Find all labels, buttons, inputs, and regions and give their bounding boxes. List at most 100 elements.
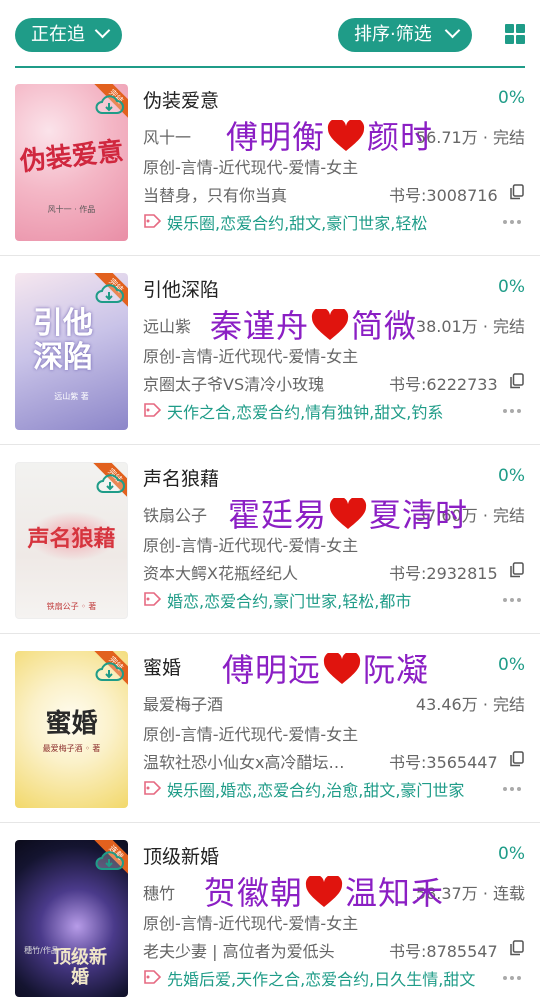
cover-title: 伪装爱意 xyxy=(18,136,126,178)
book-stats: 43.46万 · 完结 xyxy=(415,695,525,714)
annotation-female-lead: 夏清时 xyxy=(369,496,469,534)
reading-progress: 0% xyxy=(498,88,525,108)
book-tags-text: 娱乐圈,婚恋,恋爱合约,治愈,甜文,豪门世家 xyxy=(167,781,465,800)
cover-title: 声名狼藉 xyxy=(27,526,116,552)
sort-filter-label: 排序·筛选 xyxy=(354,24,432,45)
sort-filter-dropdown[interactable]: 排序·筛选 xyxy=(338,18,472,52)
book-title: 顶级新婚 xyxy=(143,846,220,868)
book-number: 书号:3565447 xyxy=(389,753,498,772)
book-list-item[interactable]: 顶级新婚 穗竹/作品 连载 顶级新婚 0% 穗竹 58.37万 · 连载 原创-… xyxy=(0,824,540,1004)
copy-icon[interactable] xyxy=(510,751,524,767)
book-author: 穗竹 xyxy=(143,884,176,903)
grid-view-icon[interactable] xyxy=(505,24,525,44)
reading-progress: 0% xyxy=(498,844,525,864)
character-pair-annotation: 傅明衡 颜时 xyxy=(226,112,433,158)
heart-icon xyxy=(327,120,365,151)
chevron-down-icon xyxy=(94,22,111,39)
book-description: 温软社恐小仙女x高冷醋坛… xyxy=(143,753,345,772)
copy-icon[interactable] xyxy=(510,184,524,200)
reading-progress: 0% xyxy=(498,466,525,486)
book-cover[interactable]: 顶级新婚 穗竹/作品 连载 xyxy=(15,840,128,997)
cloud-download-icon[interactable] xyxy=(94,283,124,305)
character-pair-annotation: 贺徽朝 温知禾 xyxy=(204,868,444,914)
annotation-female-lead: 简微 xyxy=(351,307,418,345)
more-icon[interactable] xyxy=(503,220,521,226)
book-number: 书号:6222733 xyxy=(389,375,498,394)
book-description: 京圈太子爷VS清冷小玫瑰 xyxy=(143,375,325,394)
book-title: 引他深陷 xyxy=(143,279,220,301)
cover-author: 铁扇公子 ◦ 著 xyxy=(46,602,97,611)
book-genre: 原创-言情-近代现代-爱情-女主 xyxy=(143,725,359,744)
reading-progress: 0% xyxy=(498,277,525,297)
annotation-male-lead: 霍廷易 xyxy=(228,496,328,534)
book-description: 当替身，只有你当真 xyxy=(143,186,288,205)
cover-author: 风十一 · 作品 xyxy=(47,205,96,214)
book-tags[interactable]: 娱乐圈,婚恋,恋爱合约,治愈,甜文,豪门世家 xyxy=(143,777,503,801)
annotation-male-lead: 贺徽朝 xyxy=(204,874,304,912)
book-title: 声名狼藉 xyxy=(143,468,220,490)
annotation-male-lead: 秦谨舟 xyxy=(210,307,310,345)
heart-icon xyxy=(305,876,343,907)
character-pair-annotation: 傅明远 阮凝 xyxy=(222,645,429,691)
more-icon[interactable] xyxy=(503,409,521,415)
book-author: 最爱梅子酒 xyxy=(143,695,224,714)
annotation-female-lead: 温知禾 xyxy=(345,874,445,912)
book-tags-text: 婚恋,恋爱合约,豪门世家,轻松,都市 xyxy=(167,592,412,611)
book-tags[interactable]: 天作之合,恋爱合约,情有独钟,甜文,钓系 xyxy=(143,399,503,423)
cover-title: 引他深陷 xyxy=(33,306,93,375)
character-pair-annotation: 霍廷易 夏清时 xyxy=(228,490,468,536)
book-title: 蜜婚 xyxy=(143,657,182,679)
book-number: 书号:8785547 xyxy=(389,942,498,961)
annotation-male-lead: 傅明衡 xyxy=(226,118,326,156)
top-bar: 正在追 排序·筛选 xyxy=(0,0,540,68)
cloud-download-icon[interactable] xyxy=(94,661,124,683)
cloud-download-icon[interactable] xyxy=(94,850,124,872)
book-stats: 38.01万 · 完结 xyxy=(415,317,525,336)
more-icon[interactable] xyxy=(503,787,521,793)
heart-icon xyxy=(323,653,361,684)
more-icon[interactable] xyxy=(503,598,521,604)
annotation-female-lead: 颜时 xyxy=(367,118,434,156)
copy-icon[interactable] xyxy=(510,373,524,389)
book-cover[interactable]: 伪装爱意 风十一 · 作品 完结 xyxy=(15,84,128,241)
cover-author: 远山紫 著 xyxy=(54,392,89,401)
cover-author: 穗竹/作品 xyxy=(24,946,59,955)
book-number: 书号:2932815 xyxy=(389,564,498,583)
cloud-download-icon[interactable] xyxy=(94,94,124,116)
book-description: 老夫少妻 | 高位者为爱低头 xyxy=(143,942,335,961)
book-tags-text: 先婚后爱,天作之合,恋爱合约,日久生情,甜文 xyxy=(167,970,476,989)
heart-icon xyxy=(311,309,349,340)
book-tags[interactable]: 婚恋,恋爱合约,豪门世家,轻松,都市 xyxy=(143,588,503,612)
book-author: 风十一 xyxy=(143,128,192,147)
book-list-item[interactable]: 声名狼藉 铁扇公子 ◦ 著 完结 声名狼藉 0% 铁扇公子 37.60万 · 完… xyxy=(0,446,540,634)
book-list-item[interactable]: 引他深陷 远山紫 著 完结 引他深陷 0% 远山紫 38.01万 · 完结 原创… xyxy=(0,257,540,445)
chevron-down-icon xyxy=(444,22,461,39)
book-title: 伪装爱意 xyxy=(143,90,220,112)
book-list-item[interactable]: 蜜婚 最爱梅子酒 ◦ 著 完结 蜜婚 0% 最爱梅子酒 43.46万 · 完结 … xyxy=(0,635,540,823)
book-tags[interactable]: 娱乐圈,恋爱合约,甜文,豪门世家,轻松 xyxy=(143,210,503,234)
book-cover[interactable]: 引他深陷 远山紫 著 完结 xyxy=(15,273,128,430)
book-author: 铁扇公子 xyxy=(143,506,208,525)
copy-icon[interactable] xyxy=(510,940,524,956)
more-icon[interactable] xyxy=(503,976,521,982)
copy-icon[interactable] xyxy=(510,562,524,578)
annotation-female-lead: 阮凝 xyxy=(363,651,430,689)
book-tags-text: 娱乐圈,恋爱合约,甜文,豪门世家,轻松 xyxy=(167,214,428,233)
book-tags-text: 天作之合,恋爱合约,情有独钟,甜文,钓系 xyxy=(167,403,444,422)
book-list-item[interactable]: 伪装爱意 风十一 · 作品 完结 伪装爱意 0% 风十一 56.71万 · 完结… xyxy=(0,68,540,256)
book-tags[interactable]: 先婚后爱,天作之合,恋爱合约,日久生情,甜文 xyxy=(143,966,503,990)
book-cover[interactable]: 蜜婚 最爱梅子酒 ◦ 著 完结 xyxy=(15,651,128,808)
cover-author: 最爱梅子酒 ◦ 著 xyxy=(42,744,101,753)
cloud-download-icon[interactable] xyxy=(95,473,125,495)
heart-icon xyxy=(329,498,367,529)
reading-progress: 0% xyxy=(498,655,525,675)
book-number: 书号:3008716 xyxy=(389,186,498,205)
character-pair-annotation: 秦谨舟 简微 xyxy=(210,301,417,347)
book-description: 资本大鳄X花瓶经纪人 xyxy=(143,564,298,583)
cover-title: 蜜婚 xyxy=(45,709,98,739)
filter-dropdown[interactable]: 正在追 xyxy=(15,18,122,52)
book-cover[interactable]: 声名狼藉 铁扇公子 ◦ 著 完结 xyxy=(15,462,128,619)
annotation-male-lead: 傅明远 xyxy=(222,651,322,689)
filter-dropdown-label: 正在追 xyxy=(31,24,85,45)
book-author: 远山紫 xyxy=(143,317,192,336)
